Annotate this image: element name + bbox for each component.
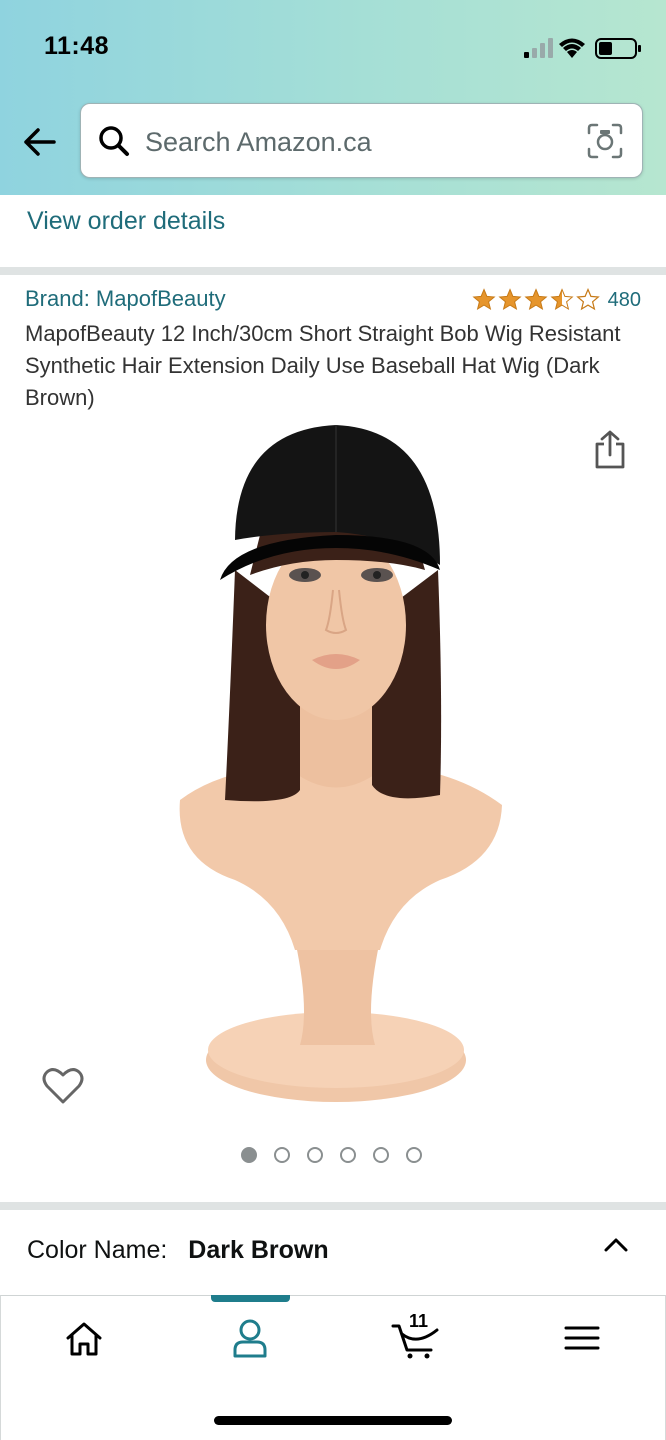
cellular-signal-icon <box>524 38 553 58</box>
wifi-icon <box>559 38 585 58</box>
search-icon <box>97 124 131 158</box>
image-pagination <box>241 1147 422 1163</box>
image-dot[interactable] <box>406 1147 422 1163</box>
account-icon <box>233 1319 267 1358</box>
search-bar[interactable] <box>80 103 643 178</box>
product-title: MapofBeauty 12 Inch/30cm Short Straight … <box>25 321 621 410</box>
section-divider <box>0 267 666 275</box>
status-time: 11:48 <box>44 32 110 60</box>
section-divider <box>0 1202 666 1210</box>
color-value: Dark Brown <box>188 1236 329 1264</box>
cart-count-badge: 11 <box>409 1311 429 1331</box>
tab-home[interactable] <box>60 1316 108 1360</box>
chevron-up-icon[interactable] <box>600 1232 632 1256</box>
rating-count: 480 <box>607 288 641 311</box>
color-label: Color Name: <box>27 1236 168 1264</box>
view-order-details-link[interactable]: View order details <box>27 207 225 236</box>
search-input[interactable] <box>145 122 565 162</box>
back-arrow-icon <box>24 128 56 156</box>
tab-account[interactable] <box>226 1316 274 1360</box>
tab-menu[interactable] <box>558 1316 606 1360</box>
color-selector[interactable]: Color Name: Dark Brown <box>27 1236 329 1265</box>
wishlist-heart-icon[interactable] <box>41 1066 85 1106</box>
battery-icon <box>595 38 641 59</box>
product-image[interactable] <box>140 420 530 1120</box>
brand-link[interactable]: Brand: MapofBeauty <box>25 286 226 312</box>
image-dot[interactable] <box>373 1147 389 1163</box>
camera-search-icon[interactable] <box>586 122 624 160</box>
back-button[interactable] <box>18 122 62 162</box>
image-dot[interactable] <box>241 1147 257 1163</box>
home-icon <box>66 1322 102 1356</box>
image-dot[interactable] <box>274 1147 290 1163</box>
share-icon[interactable] <box>592 430 628 470</box>
active-tab-indicator <box>211 1295 290 1302</box>
rating-summary[interactable]: 480 <box>472 287 641 313</box>
menu-icon <box>564 1326 600 1350</box>
image-dot[interactable] <box>340 1147 356 1163</box>
star-rating-icon <box>472 288 599 310</box>
status-icons <box>518 34 644 62</box>
home-indicator <box>214 1416 452 1425</box>
image-dot[interactable] <box>307 1147 323 1163</box>
